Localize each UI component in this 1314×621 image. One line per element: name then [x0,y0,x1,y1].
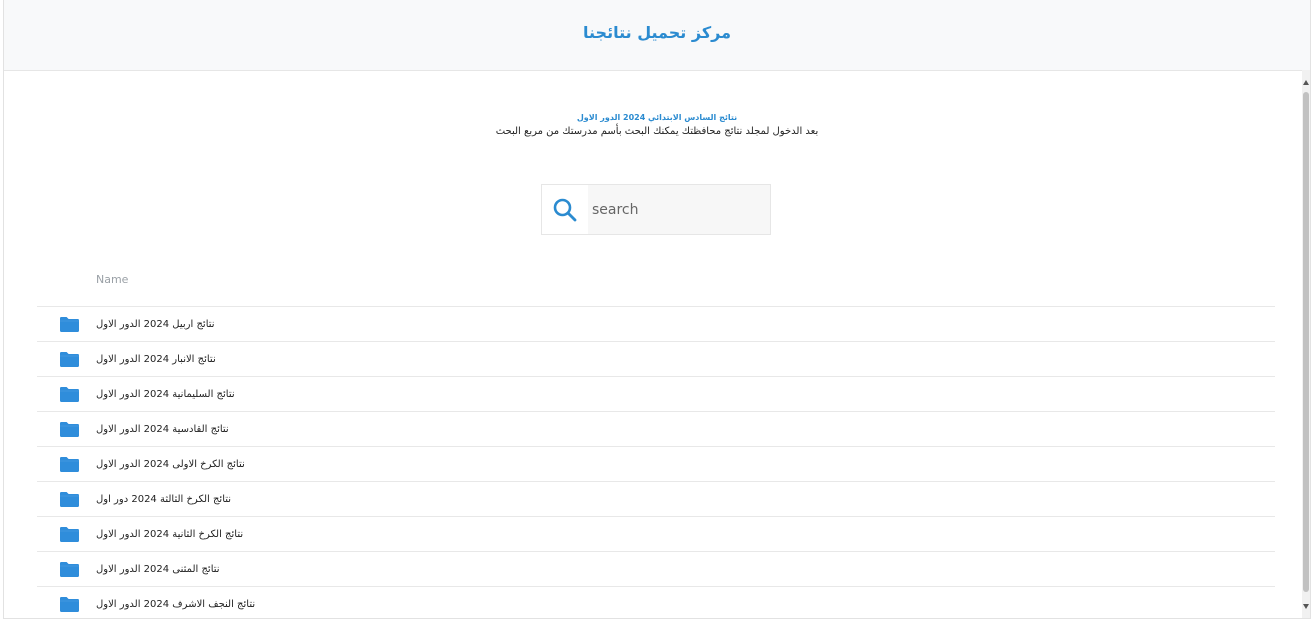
list-item-label[interactable]: نتائج السليمانية 2024 الدور الاول [96,389,235,400]
list-item-label[interactable]: نتائج اربيل 2024 الدور الاول [96,319,215,330]
list-rows: نتائج اربيل 2024 الدور الاول نتائج الانبا… [37,307,1275,618]
list-item[interactable]: نتائج الكرخ الثالثة 2024 دور اول [37,482,1275,517]
list-header: Name [37,258,1275,307]
list-item-label[interactable]: نتائج القادسية 2024 الدور الاول [96,424,229,435]
intro-description: بعد الدخول لمجلد نتائج محافظتك يمكنك الب… [495,126,819,137]
page-title: مركز تحميل نتائجنا [583,22,731,42]
file-list: Name نتائج اربيل 2024 الدور الاول نتائج ا… [37,258,1275,618]
list-item[interactable]: نتائج الكرخ الثانية 2024 الدور الاول [37,517,1275,552]
list-item-label[interactable]: نتائج الانبار 2024 الدور الاول [96,354,216,365]
list-item[interactable]: نتائج السليمانية 2024 الدور الاول [37,377,1275,412]
list-item-label[interactable]: نتائج الكرخ الثالثة 2024 دور اول [96,494,231,505]
intro-subtitle: نتائج السادس الابتدائي 2024 الدور الاول [576,113,738,122]
list-item-label[interactable]: نتائج الكرخ الثانية 2024 الدور الاول [96,529,243,540]
search-box[interactable] [541,184,771,235]
folder-icon [60,316,79,332]
scroll-down-icon[interactable] [1303,604,1309,609]
list-item[interactable]: نتائج اربيل 2024 الدور الاول [37,307,1275,342]
folder-icon [60,491,79,507]
list-item[interactable]: نتائج المثنى 2024 الدور الاول [37,552,1275,587]
list-item[interactable]: نتائج النجف الاشرف 2024 الدور الاول [37,587,1275,618]
list-item-label[interactable]: نتائج الكرخ الاولى 2024 الدور الاول [96,459,245,470]
page-header: مركز تحميل نتائجنا [4,0,1310,71]
column-header-name[interactable]: Name [96,273,128,286]
scroll-up-icon[interactable] [1303,80,1309,85]
folder-icon [60,351,79,367]
scroll-thumb[interactable] [1303,92,1309,592]
search-icon[interactable] [542,185,588,234]
folder-icon [60,421,79,437]
search-input[interactable] [588,185,770,234]
intro-section: نتائج السادس الابتدائي 2024 الدور الاول … [4,112,1310,140]
list-item[interactable]: نتائج الكرخ الاولى 2024 الدور الاول [37,447,1275,482]
folder-icon [60,596,79,612]
folder-icon [60,561,79,577]
folder-icon [60,456,79,472]
list-item[interactable]: نتائج الانبار 2024 الدور الاول [37,342,1275,377]
folder-icon [60,386,79,402]
scrollbar[interactable] [1302,70,1310,618]
list-item[interactable]: نتائج القادسية 2024 الدور الاول [37,412,1275,447]
list-item-label[interactable]: نتائج النجف الاشرف 2024 الدور الاول [96,599,255,610]
list-item-label[interactable]: نتائج المثنى 2024 الدور الاول [96,564,220,575]
app-window: مركز تحميل نتائجنا نتائج السادس الابتدائ… [3,0,1311,619]
folder-icon [60,526,79,542]
